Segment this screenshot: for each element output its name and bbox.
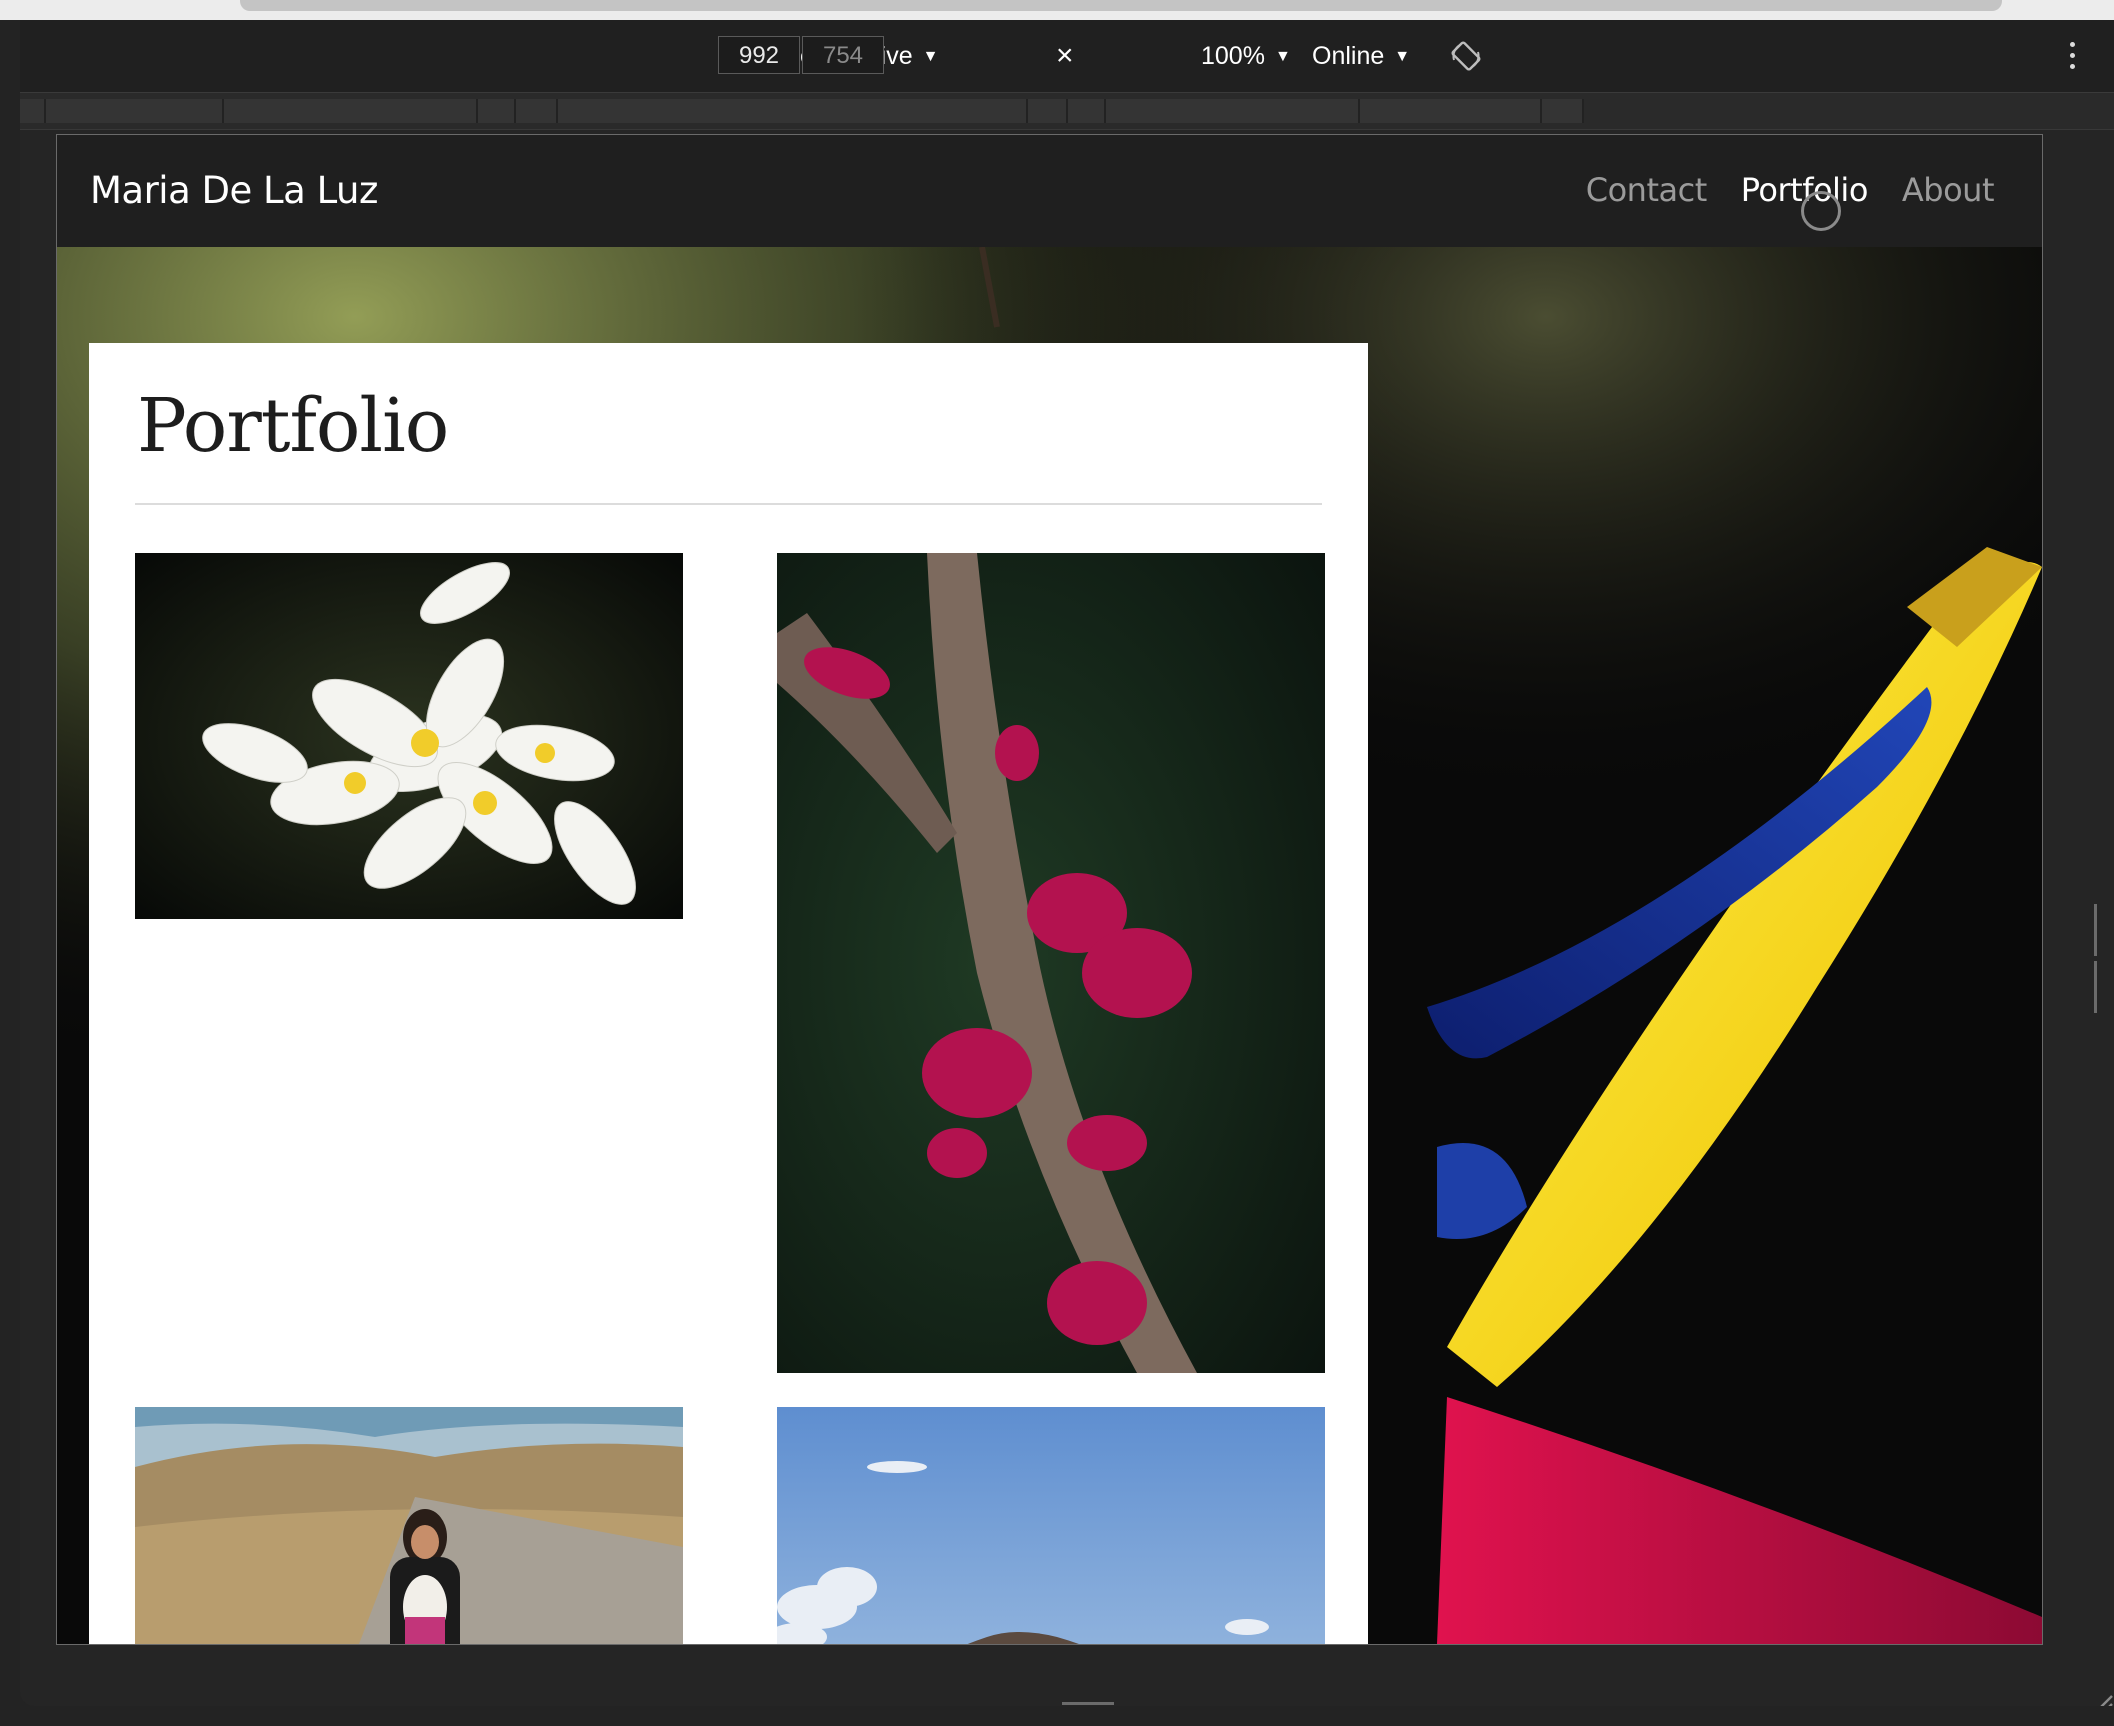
touch-cursor-icon — [1801, 191, 1841, 231]
ruler-segment[interactable] — [1360, 99, 1542, 123]
dimension-separator: × — [1056, 39, 1074, 72]
ruler-segment[interactable] — [1068, 99, 1106, 123]
gallery-photo-plumeria[interactable] — [135, 553, 683, 919]
ruler-segment[interactable] — [558, 99, 1028, 123]
caret-down-icon: ▼ — [922, 48, 939, 65]
nav-link-contact[interactable]: Contact — [1586, 171, 1708, 209]
title-divider — [135, 503, 1322, 505]
height-input[interactable]: 754 — [802, 36, 884, 74]
network-throttle-select[interactable]: Online ▼ — [1312, 38, 1410, 74]
network-throttle-label: Online — [1312, 42, 1385, 70]
ruler-segment[interactable] — [1028, 99, 1068, 123]
gallery-photo-magenta-blossoms[interactable] — [777, 553, 1325, 1373]
emulated-viewport: Maria De La Luz Contact Portfolio About … — [56, 134, 2043, 1645]
portfolio-card: Portfolio — [89, 343, 1368, 1644]
device-toolbar: Responsive▼ 992 × 754 100%▼ Online▼ — [20, 20, 2114, 93]
ruler-segment[interactable] — [1542, 99, 1584, 123]
resize-corner-icon[interactable] — [2088, 1690, 2114, 1706]
caret-down-icon: ▼ — [1394, 48, 1411, 65]
width-input[interactable]: 992 — [718, 36, 800, 74]
viewport-resize-handle-bottom[interactable] — [1062, 1702, 1114, 1706]
ruler-segment[interactable] — [478, 99, 516, 123]
zoom-select-label: 100% — [1201, 42, 1265, 70]
site-brand[interactable]: Maria De La Luz — [90, 169, 378, 212]
caret-down-icon: ▼ — [1274, 48, 1291, 65]
zoom-select[interactable]: 100% ▼ — [1201, 38, 1291, 74]
ruler-segment[interactable] — [224, 99, 478, 123]
nav-link-about[interactable]: About — [1902, 171, 1995, 209]
gallery-photo-mountain[interactable] — [777, 1407, 1325, 1644]
gallery-photo-woman-dog[interactable] — [135, 1407, 683, 1644]
ruler-segment[interactable] — [516, 99, 558, 123]
media-query-ruler — [20, 93, 2114, 130]
page-title: Portfolio — [137, 383, 449, 469]
address-bar[interactable] — [240, 0, 2002, 11]
kebab-menu-icon[interactable] — [2070, 42, 2076, 72]
viewport-resize-handle-right[interactable] — [2094, 904, 2104, 1013]
ruler-segment[interactable] — [1106, 99, 1360, 123]
site-navbar: Maria De La Luz Contact Portfolio About — [57, 135, 2042, 247]
ruler-segment[interactable] — [20, 99, 46, 123]
browser-chrome-top — [0, 0, 2114, 20]
ruler-segment[interactable] — [46, 99, 224, 123]
nav-links: Contact Portfolio About — [1586, 171, 1995, 209]
rotate-icon[interactable] — [1450, 40, 1482, 72]
